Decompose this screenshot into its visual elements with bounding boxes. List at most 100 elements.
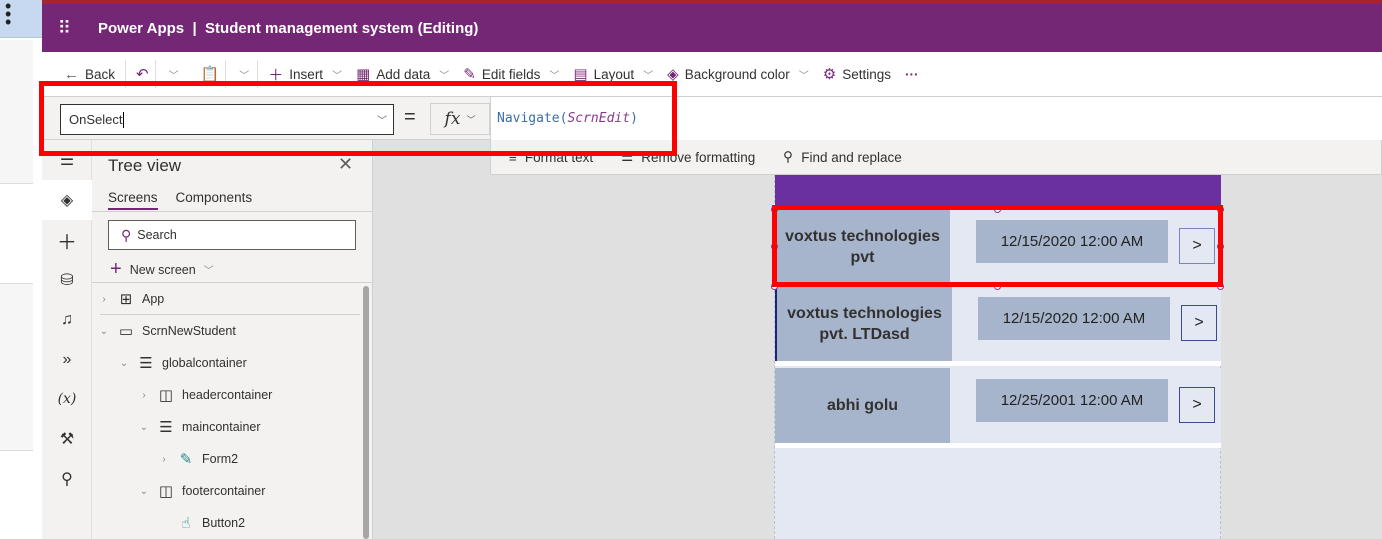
student-name: abhi golu (775, 368, 950, 443)
advanced-tools-icon[interactable]: ⚒ (42, 421, 92, 457)
chevron-down-icon: ﹀ (239, 70, 250, 82)
find-replace-label: Find and replace (801, 149, 902, 165)
add-data-label: Add data (376, 66, 431, 82)
student-date: 12/25/2001 12:00 AM (976, 379, 1168, 422)
app-title: Power Apps | Student management system (… (98, 19, 479, 37)
chevron-down-icon: ﹀ (168, 70, 179, 82)
tree-node-footercontainer[interactable]: ⌄ ◫ footercontainer (138, 479, 266, 503)
node-label: globalcontainer (162, 356, 247, 370)
tree-view-panel: Tree view ✕ Screens Components ⚲ Search … (92, 140, 373, 539)
tree-node-globalcontainer[interactable]: ⌄ ☰ globalcontainer (118, 351, 247, 375)
button-icon: ☝ (181, 515, 191, 532)
insert-icon[interactable]: ＋ (42, 222, 92, 258)
horizontal-container-icon: ◫ (158, 387, 174, 404)
gear-icon: ⚙ (822, 66, 837, 83)
divider (92, 282, 373, 283)
back-label: Back (85, 66, 116, 82)
divider (100, 314, 360, 315)
find-replace-button[interactable]: ⚲ Find and replace (783, 149, 901, 165)
chevron-right-icon[interactable]: › (158, 454, 170, 465)
close-icon[interactable]: ✕ (338, 154, 353, 175)
back-button[interactable]: ← Back (64, 66, 115, 83)
data-icon[interactable]: ⛁ (42, 262, 92, 298)
layout-label: Layout (593, 66, 635, 82)
tree-node-form2[interactable]: › ✎ Form2 (158, 447, 238, 471)
search-icon: ⚲ (783, 149, 794, 164)
chevron-down-icon[interactable]: ⌄ (138, 486, 150, 497)
horizontal-container-icon: ◫ (158, 483, 174, 500)
tree-node-headercontainer[interactable]: › ◫ headercontainer (138, 383, 272, 407)
tree-view-title: Tree view (108, 156, 182, 175)
power-automate-icon[interactable]: » (42, 342, 92, 378)
search-icon: ⚲ (121, 226, 132, 243)
undo-dropdown[interactable]: ﹀ (166, 67, 179, 82)
chevron-down-icon: ﹀ (549, 70, 560, 82)
next-arrow-button[interactable]: > (1179, 387, 1215, 423)
chevron-down-icon[interactable]: ⌄ (138, 422, 150, 433)
more-commands-button[interactable]: ··· (905, 67, 919, 82)
chevron-down-icon: ﹀ (332, 70, 343, 82)
arrow-left-icon: ← (64, 65, 79, 83)
chevron-down-icon: ﹀ (798, 70, 809, 82)
chevron-right-icon: > (1194, 314, 1204, 331)
chevron-right-icon[interactable]: › (138, 390, 150, 401)
tree-view-tabs: Screens Components (108, 190, 252, 210)
chevron-down-icon[interactable]: ⌄ (98, 326, 110, 337)
tree-view-icon[interactable]: ◈ (42, 180, 92, 220)
vertical-container-icon: ☰ (139, 355, 153, 372)
plus-icon: + (110, 258, 122, 280)
tree-node-app[interactable]: › ⊞ App (98, 287, 164, 311)
new-screen-button[interactable]: + New screen ﹀ (110, 258, 214, 281)
background-color-button[interactable]: ◈ Background color ﹀ (667, 65, 809, 83)
next-arrow-button[interactable]: > (1181, 305, 1217, 341)
highlight-box-row (772, 205, 1223, 287)
settings-button[interactable]: ⚙ Settings (823, 65, 891, 83)
insert-label: Insert (289, 66, 324, 82)
node-label: ScrnNewStudent (142, 324, 236, 338)
form-icon: ✎ (179, 451, 193, 468)
screen-header-bar (775, 175, 1221, 207)
gallery-row[interactable]: abhi golu 12/25/2001 12:00 AM > (775, 368, 1221, 443)
row-separator (775, 361, 1221, 366)
divider (92, 211, 373, 212)
student-date: 12/15/2020 12:00 AM (978, 297, 1170, 340)
chevron-down-icon: ﹀ (439, 70, 450, 82)
tree-node-maincontainer[interactable]: ⌄ ☰ maincontainer (138, 415, 261, 439)
node-label: Form2 (202, 452, 239, 466)
chevron-down-icon: ﹀ (203, 266, 214, 277)
tree-scrollbar[interactable] (363, 286, 369, 539)
vertical-container-icon: ☰ (159, 419, 173, 436)
tree-search-input[interactable]: ⚲ Search (108, 220, 356, 250)
media-icon[interactable]: ♫ (42, 302, 92, 338)
gallery-row[interactable]: voxtus technologies pvt. LTDasd 12/15/20… (775, 286, 1221, 361)
app-header: ⠿ Power Apps | Student management system… (42, 4, 1382, 52)
node-label: headercontainer (182, 388, 273, 402)
chevron-right-icon: > (1192, 396, 1202, 413)
variables-icon[interactable]: (x) (42, 381, 92, 417)
waffle-icon[interactable]: ⠿ (42, 18, 88, 39)
node-label: footercontainer (182, 484, 266, 498)
screen-icon: ▭ (118, 323, 134, 340)
tree-node-screen[interactable]: ⌄ ▭ ScrnNewStudent (98, 319, 236, 343)
highlight-box-formula (39, 81, 677, 156)
new-screen-label: New screen (129, 262, 196, 277)
row-separator (775, 443, 1221, 448)
browser-side-strip: • • • (0, 0, 42, 539)
node-label: App (142, 292, 165, 306)
tab-screens[interactable]: Screens (108, 190, 158, 210)
left-icon-rail: ☰ ◈ ＋ ⛁ ♫ » (x) ⚒ ⚲ (42, 140, 92, 539)
browser-side-panel (0, 283, 33, 451)
search-icon[interactable]: ⚲ (42, 461, 92, 497)
tree-node-button2[interactable]: ☝ Button2 (158, 511, 245, 535)
tab-components[interactable]: Components (176, 190, 253, 210)
app-icon: ⊞ (119, 291, 133, 308)
more-vertical-icon[interactable]: • • • (5, 0, 11, 31)
search-placeholder: Search (137, 228, 177, 242)
browser-strip-top: • • • (0, 0, 42, 38)
chevron-down-icon[interactable]: ⌄ (118, 358, 130, 369)
chevron-right-icon[interactable]: › (98, 294, 110, 305)
settings-label: Settings (842, 66, 891, 82)
more-icon: ··· (904, 66, 919, 82)
background-color-label: Background color (684, 66, 790, 82)
paste-dropdown[interactable]: ﹀ (236, 67, 249, 82)
